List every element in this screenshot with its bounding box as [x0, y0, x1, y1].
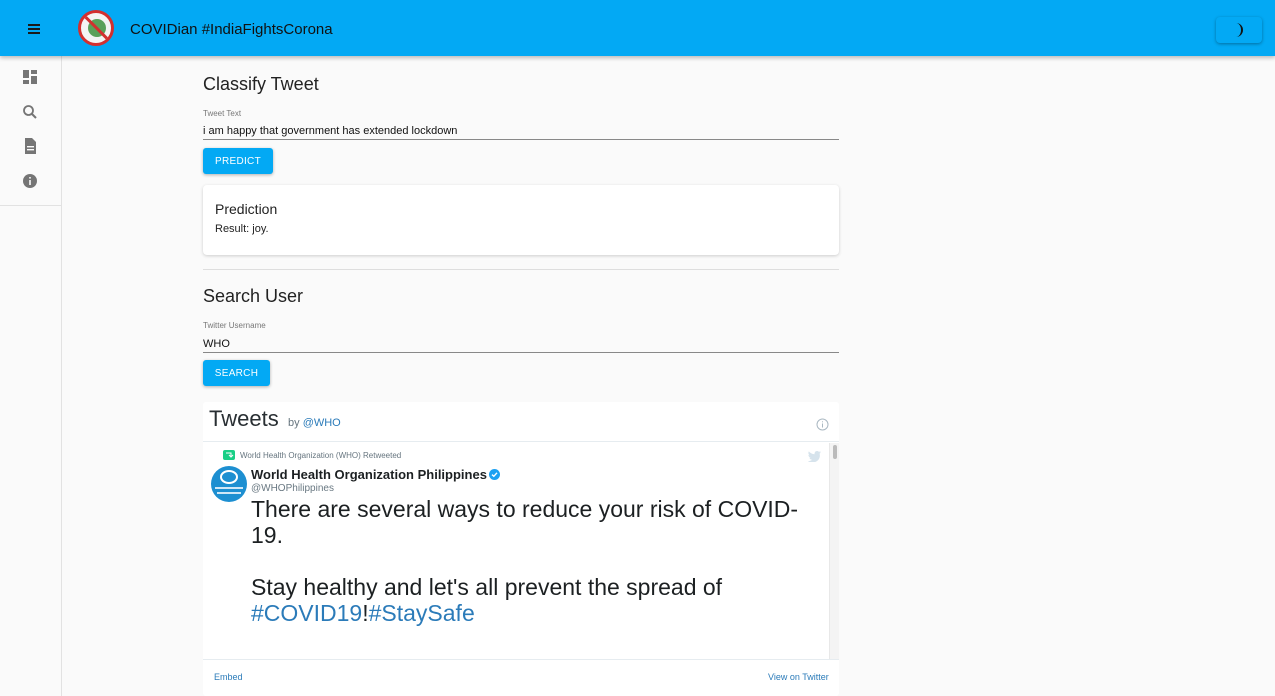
predict-button[interactable]: PREDICT [203, 148, 273, 174]
prediction-result: Result: joy. [215, 223, 269, 235]
info-icon[interactable] [816, 418, 829, 431]
info-icon[interactable] [21, 172, 39, 190]
app-logo [78, 10, 114, 46]
sidebar-divider [0, 205, 61, 206]
twitter-username-label: Twitter Username [203, 321, 266, 330]
tweet-text-input[interactable] [203, 122, 839, 140]
twitter-bird-icon[interactable] [807, 451, 821, 462]
timeline-by: by @WHO [288, 417, 341, 429]
timeline-header: Tweets by @WHO [203, 402, 839, 442]
prediction-title: Prediction [215, 201, 278, 217]
timeline-scrollbar[interactable] [829, 443, 839, 659]
tweet-text-label: Tweet Text [203, 109, 242, 118]
twitter-timeline-widget: Tweets by @WHO World Health Organization… [203, 402, 839, 696]
tweet-author-handle: @WHOPhilippines [251, 483, 334, 494]
classify-title: Classify Tweet [203, 74, 319, 94]
view-on-twitter-link[interactable]: View on Twitter [768, 672, 829, 682]
tweet-body: There are several ways to reduce your ri… [251, 496, 799, 600]
timeline-title: Tweets [209, 406, 279, 431]
avatar[interactable] [211, 466, 247, 502]
timeline-tweets[interactable]: World Health Organization (WHO) Retweete… [203, 443, 829, 659]
embed-link[interactable]: Embed [214, 672, 243, 682]
dashboard-icon[interactable] [21, 68, 39, 86]
search-icon[interactable] [21, 103, 39, 121]
timeline-footer: Embed View on Twitter [203, 659, 839, 696]
app-bar: COVIDian #IndiaFightsCorona [0, 0, 1275, 56]
search-button[interactable]: SEARCH [203, 360, 270, 386]
section-divider [203, 269, 839, 270]
verified-icon [489, 469, 500, 480]
scrollbar-thumb[interactable] [833, 445, 837, 459]
retweet-note: World Health Organization (WHO) Retweete… [240, 451, 402, 460]
tweet-author-name[interactable]: World Health Organization Philippines [251, 467, 487, 482]
theme-toggle-button[interactable] [1216, 17, 1262, 43]
tweet-text: There are several ways to reduce your ri… [251, 496, 821, 626]
sidebar [0, 56, 62, 696]
twitter-username-input[interactable] [203, 335, 839, 353]
hashtag-staysafe-link[interactable]: #StaySafe [369, 600, 475, 626]
app-title: COVIDian #IndiaFightsCorona [130, 21, 333, 38]
search-title: Search User [203, 286, 304, 306]
document-icon[interactable] [21, 137, 39, 155]
moon-icon [1236, 23, 1243, 37]
hashtag-covid19-link[interactable]: #COVID19 [251, 600, 362, 626]
prediction-card: Prediction Result: joy. [203, 185, 839, 255]
retweet-icon [223, 450, 235, 460]
menu-icon[interactable] [22, 18, 46, 40]
timeline-handle-link[interactable]: @WHO [303, 417, 341, 429]
timeline-by-text: by [288, 417, 300, 429]
